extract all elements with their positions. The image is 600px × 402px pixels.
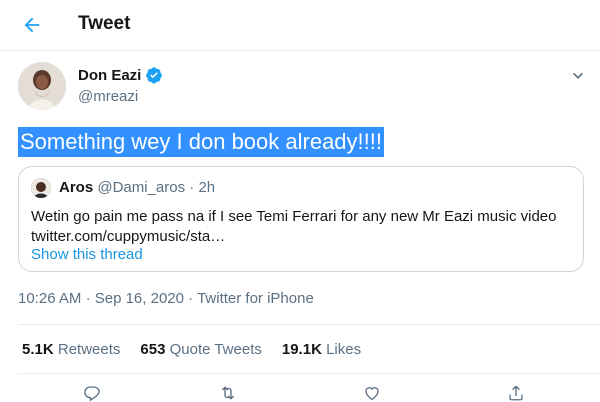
show-thread-link[interactable]: Show this thread (31, 246, 143, 263)
quoted-body: Wetin go pain me pass na if I see Temi F… (31, 207, 571, 247)
quoted-time: 2h (198, 179, 216, 196)
tweet-meta: 10:26 AM · Sep 16, 2020 · Twitter for iP… (18, 290, 314, 307)
quoted-separator: · (189, 179, 195, 196)
tweet-time[interactable]: 10:26 AM (18, 290, 81, 307)
author-name-row[interactable]: Don Eazi (78, 66, 163, 84)
like-icon[interactable] (361, 384, 383, 402)
divider (18, 373, 600, 374)
engagement-stats: 5.1K Retweets 653 Quote Tweets 19.1K Lik… (22, 341, 361, 358)
quoted-author-handle: @Dami_aros (97, 179, 186, 196)
quote-tweets-stat[interactable]: 653 Quote Tweets (140, 341, 261, 358)
action-bar (0, 384, 600, 402)
author-handle[interactable]: @mreazi (78, 88, 138, 105)
reply-icon[interactable] (81, 384, 103, 402)
likes-stat[interactable]: 19.1K Likes (282, 341, 361, 358)
meta-separator: · (85, 290, 91, 307)
page-header: Tweet (0, 0, 600, 51)
retweets-stat[interactable]: 5.1K Retweets (22, 341, 120, 358)
author-name[interactable]: Don Eazi (78, 67, 141, 84)
quoted-tweet-card[interactable]: Aros @Dami_aros · 2h Wetin go pain me pa… (18, 166, 584, 272)
arrow-left-icon (24, 17, 40, 33)
tweet-date[interactable]: Sep 16, 2020 (95, 290, 184, 307)
tweet-source[interactable]: Twitter for iPhone (197, 290, 314, 307)
meta-separator: · (188, 290, 194, 307)
author-avatar[interactable] (18, 62, 66, 110)
quoted-author-name: Aros (59, 179, 94, 196)
page-title: Tweet (78, 13, 131, 34)
verified-badge-icon (146, 67, 163, 84)
quoted-avatar (31, 178, 51, 198)
retweet-icon[interactable] (217, 384, 239, 402)
quoted-link: twitter.com/cuppymusic/sta… (31, 228, 226, 245)
tweet-text: Something wey I don book already!!!! (18, 127, 384, 157)
quoted-text: Wetin go pain me pass na if I see Temi F… (31, 208, 557, 225)
avatar-image (18, 62, 66, 110)
quoted-header: Aros @Dami_aros · 2h (59, 179, 215, 196)
back-button[interactable] (20, 13, 44, 37)
share-icon[interactable] (505, 384, 527, 402)
divider (18, 324, 600, 325)
chevron-down-icon[interactable] (568, 66, 588, 86)
